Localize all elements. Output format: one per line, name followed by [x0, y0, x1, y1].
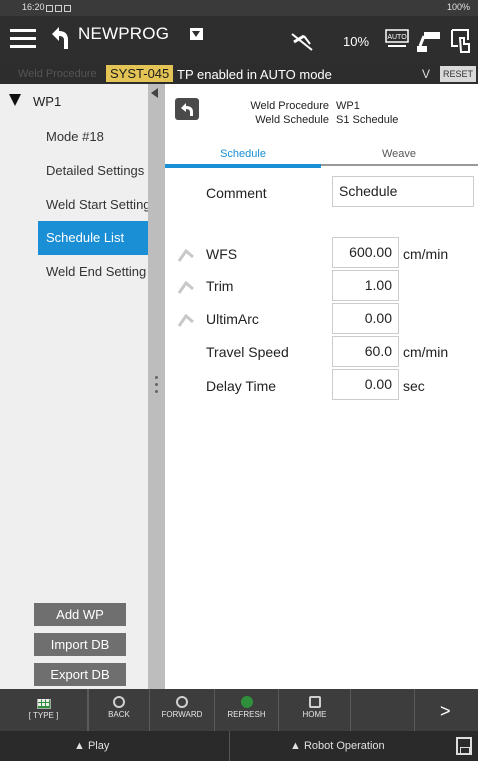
wfs-label: WFS — [206, 246, 238, 262]
panel-splitter[interactable] — [148, 84, 165, 689]
tab-weave[interactable]: Weave — [321, 148, 477, 160]
menu-icon[interactable] — [10, 26, 36, 52]
tree-root-label: WP1 — [33, 94, 62, 109]
import-db-button[interactable]: Import DB — [34, 633, 126, 656]
weld-schedule-label: Weld Schedule — [255, 114, 329, 126]
next-page-icon[interactable]: > — [440, 701, 451, 722]
auto-mode-badge: AUTO — [387, 34, 407, 41]
comment-input[interactable]: Schedule — [332, 176, 474, 207]
play-tab[interactable]: ▲ Play — [74, 740, 109, 752]
footer-divider — [229, 731, 230, 761]
tree-item-mode[interactable]: Mode #18 — [38, 120, 148, 154]
tree-item-detailed-settings[interactable]: Detailed Settings — [38, 154, 148, 188]
add-wp-button[interactable]: Add WP — [34, 603, 126, 626]
bottom-toolbar: [ TYPE ] BACK FORWARD REFRESH HOME > — [0, 689, 478, 731]
schedule-detail-panel: Weld Procedure WP1 Weld Schedule S1 Sche… — [165, 84, 478, 689]
trend-icon — [177, 248, 194, 262]
robot-operation-tab[interactable]: ▲ Robot Operation — [290, 740, 385, 752]
torch-disabled-icon[interactable] — [290, 30, 316, 52]
auto-mode-icon: AUTO — [385, 29, 409, 47]
delay-time-label: Delay Time — [206, 378, 277, 394]
apps-button[interactable]: [ TYPE ] — [0, 689, 88, 731]
weld-procedure-tree: WP1 Mode #18 Detailed Settings Weld Star… — [0, 84, 151, 689]
tree-item-weld-start-setting[interactable]: Weld Start Setting — [38, 188, 151, 222]
alarm-message[interactable]: TP enabled in AUTO mode — [177, 67, 332, 82]
drag-handle-icon[interactable] — [155, 376, 158, 402]
comment-label: Comment — [206, 185, 267, 201]
notification-icons — [46, 4, 73, 14]
home-button[interactable]: HOME — [279, 689, 351, 731]
program-name[interactable]: NEWPROG — [78, 24, 169, 44]
back-nav-icon — [113, 696, 125, 708]
trend-icon — [177, 280, 194, 294]
refresh-label: REFRESH — [227, 710, 266, 719]
export-db-button[interactable]: Export DB — [34, 663, 126, 686]
back-icon[interactable] — [175, 98, 199, 120]
type-label: [ TYPE ] — [28, 711, 59, 720]
override-speed[interactable]: 10% — [343, 34, 369, 49]
reset-button[interactable]: RESET — [440, 66, 476, 82]
wfs-input[interactable]: 600.00 — [332, 237, 399, 268]
program-code-badge[interactable]: SYST-045 — [106, 65, 174, 82]
tree-item-weld-end-setting[interactable]: Weld End Setting — [38, 255, 148, 289]
grid-icon — [38, 699, 50, 711]
ultimarc-input[interactable]: 0.00 — [332, 303, 399, 334]
top-header: NEWPROG 10% AUTO — [0, 16, 478, 64]
tree-root-wp1[interactable]: WP1 — [0, 84, 148, 116]
tab-schedule[interactable]: Schedule — [165, 148, 321, 168]
travel-speed-label: Travel Speed — [206, 344, 289, 360]
footer-bar: ▲ Play ▲ Robot Operation — [0, 731, 478, 761]
toolbar-spacer — [351, 689, 415, 731]
clock: 16:20 — [22, 2, 45, 12]
delay-time-input[interactable]: 0.00 — [332, 369, 399, 400]
forward-button[interactable]: FORWARD — [150, 689, 215, 731]
hand-cursor-icon[interactable] — [450, 28, 472, 54]
weld-schedule-value: S1 Schedule — [336, 114, 399, 126]
travel-speed-input[interactable]: 60.0 — [332, 336, 399, 367]
home-icon — [308, 696, 321, 708]
trim-label: Trim — [206, 278, 234, 294]
robot-icon[interactable] — [416, 28, 442, 54]
delay-time-unit: sec — [403, 378, 425, 394]
trim-input[interactable]: 1.00 — [332, 270, 399, 301]
battery-level: 100% — [446, 2, 470, 12]
back-button[interactable]: BACK — [88, 689, 150, 731]
ultimarc-label: UltimArc — [206, 311, 259, 327]
refresh-icon — [240, 696, 253, 708]
forward-label: FORWARD — [161, 710, 203, 719]
tree-item-schedule-list[interactable]: Schedule List — [38, 221, 148, 255]
back-label: BACK — [108, 710, 130, 719]
weld-procedure-label: Weld Procedure — [250, 100, 329, 112]
travel-speed-unit: cm/min — [403, 344, 449, 360]
breadcrumb-ghost: Weld Procedure — [18, 68, 97, 80]
tab-bar: Schedule Weave — [165, 144, 478, 168]
trend-icon — [177, 313, 194, 327]
refresh-button[interactable]: REFRESH — [215, 689, 279, 731]
forward-nav-icon — [176, 696, 188, 708]
undo-icon[interactable] — [46, 22, 72, 52]
wfs-unit: cm/min — [403, 246, 449, 262]
home-label: HOME — [302, 710, 327, 719]
alarm-line: Weld Procedure SYST-045 TP enabled in AU… — [0, 64, 478, 84]
chevron-down-icon[interactable]: V — [422, 67, 430, 81]
program-dropdown-icon[interactable] — [190, 28, 203, 40]
expand-caret-icon[interactable] — [9, 94, 21, 106]
status-bar: 16:20 100% — [0, 0, 478, 16]
save-icon[interactable] — [456, 737, 472, 755]
weld-procedure-value: WP1 — [336, 100, 360, 112]
collapse-left-icon[interactable] — [151, 88, 158, 98]
